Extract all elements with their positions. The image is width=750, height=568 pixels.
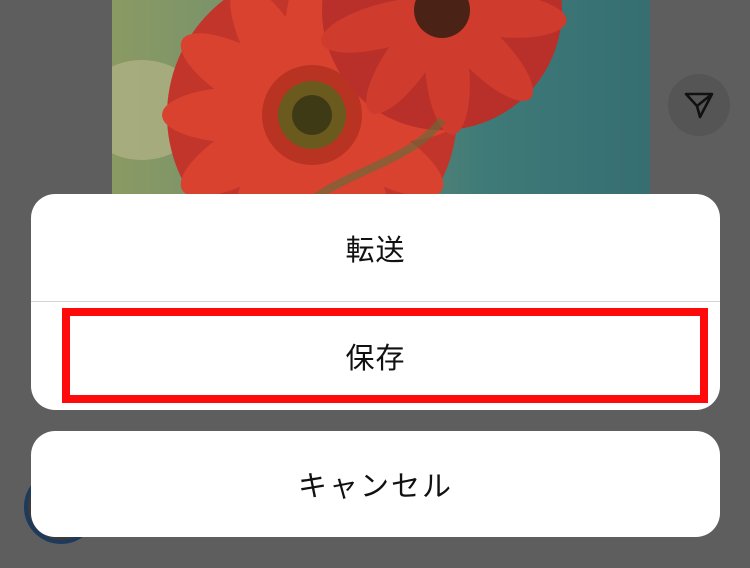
share-button[interactable] (668, 74, 730, 136)
save-button[interactable]: 保存 (31, 302, 720, 409)
save-label: 保存 (345, 340, 406, 375)
cancel-button[interactable]: キャンセル (31, 431, 720, 537)
cancel-label: キャンセル (297, 469, 453, 503)
flower-photo (112, 0, 650, 200)
screen: 転送 保存 キャンセル (0, 0, 750, 568)
gerbera-flowers-image (112, 0, 567, 200)
forward-button[interactable]: 転送 (31, 194, 720, 301)
forward-label: 転送 (345, 232, 406, 267)
action-sheet: 転送 保存 (31, 194, 720, 410)
send-icon (684, 92, 714, 119)
